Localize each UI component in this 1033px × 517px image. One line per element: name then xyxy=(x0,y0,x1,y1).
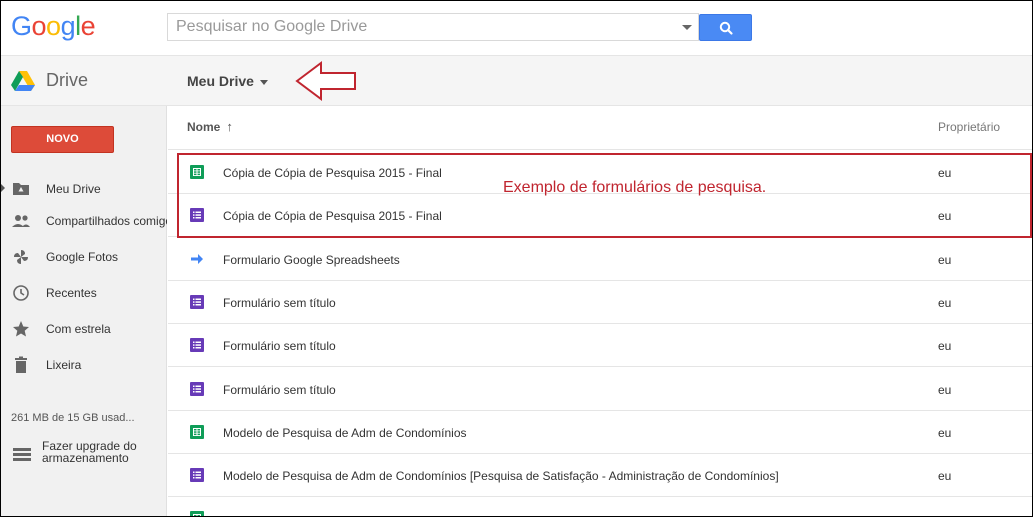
storage-icon xyxy=(13,448,31,461)
sidebar-item-recentes[interactable]: Recentes xyxy=(1,278,167,308)
file-owner: eu xyxy=(938,166,952,180)
table-row[interactable]: Formulário sem título eu xyxy=(168,281,1032,324)
file-name: Modelo de Pesquisa de Adm de Condomínios xyxy=(223,425,467,440)
table-row[interactable]: Formulário sem título eu xyxy=(168,324,1032,368)
form-icon xyxy=(190,338,204,353)
sidebar-item-label: Meu Drive xyxy=(46,182,101,196)
table-row[interactable] xyxy=(168,497,1032,516)
top-bar: Google xyxy=(1,1,1032,55)
logo-letter: e xyxy=(80,11,96,41)
file-owner: eu xyxy=(938,295,952,310)
form-icon xyxy=(190,294,204,309)
table-row[interactable]: Formulário sem título eu xyxy=(168,368,1032,411)
sidebar-item-lixeira[interactable]: Lixeira xyxy=(1,350,167,380)
storage-usage: 261 MB de 15 GB usad... xyxy=(11,412,135,424)
table-row[interactable]: Cópia de Cópia de Pesquisa 2015 - Final e… xyxy=(168,194,1032,238)
new-button[interactable]: NOVO xyxy=(11,126,114,153)
sidebar-item-compartilhados[interactable]: Compartilhados comigo xyxy=(1,206,167,236)
column-name-label: Nome xyxy=(187,120,221,134)
file-list: Nome ↑ Proprietário Cópia de Cópia de Pes… xyxy=(168,106,1032,516)
form-icon xyxy=(190,208,204,223)
sidebar-item-label: Compartilhados comigo xyxy=(46,214,167,228)
sidebar-item-label: Lixeira xyxy=(46,358,82,372)
table-row[interactable]: Modelo de Pesquisa de Adm de Condomínios… xyxy=(168,454,1032,498)
spreadsheet-icon xyxy=(190,511,204,516)
pinwheel-icon xyxy=(14,250,28,264)
star-icon xyxy=(13,321,29,337)
column-name-header[interactable]: Nome ↑ xyxy=(187,119,233,134)
file-name: Cópia de Cópia de Pesquisa 2015 - Final xyxy=(223,209,442,224)
sidebar-item-label: Com estrela xyxy=(46,322,111,336)
form-icon xyxy=(190,381,204,396)
search-input[interactable] xyxy=(168,14,673,40)
chevron-down-icon xyxy=(259,79,268,85)
search-button[interactable] xyxy=(699,14,752,41)
file-name: Formulario Google Spreadsheets xyxy=(223,252,400,267)
expand-arrow-icon[interactable] xyxy=(1,184,5,192)
spreadsheet-icon xyxy=(190,165,204,179)
shortcut-arrow-icon xyxy=(190,251,204,266)
logo-letter: o xyxy=(46,11,61,41)
file-name: Formulário sem título xyxy=(223,382,336,397)
spreadsheet-icon xyxy=(190,424,204,439)
form-icon xyxy=(190,468,204,483)
file-owner: eu xyxy=(938,252,952,267)
meu-drive-dropdown[interactable]: Meu Drive xyxy=(187,73,268,89)
sidebar-item-meu-drive[interactable]: Meu Drive xyxy=(1,174,167,204)
upgrade-storage-link[interactable]: Fazer upgrade do armazenamento xyxy=(1,440,167,470)
search-icon xyxy=(719,21,733,35)
sidebar-item-label: Recentes xyxy=(46,286,97,300)
app-title: Drive xyxy=(46,70,89,90)
upgrade-line-2: armazenamento xyxy=(42,451,129,465)
annotation-arrow-icon xyxy=(295,61,356,101)
column-owner-header[interactable]: Proprietário xyxy=(938,120,1000,134)
file-owner: eu xyxy=(938,469,952,484)
google-logo[interactable]: Google xyxy=(11,11,96,42)
file-owner: eu xyxy=(938,339,952,354)
folder-drive-icon xyxy=(13,183,29,195)
file-name: Formulário sem título xyxy=(223,339,336,354)
search-box[interactable] xyxy=(167,13,699,41)
sidebar-item-com-estrela[interactable]: Com estrela xyxy=(1,314,167,344)
logo-letter: o xyxy=(31,11,47,41)
people-icon xyxy=(12,215,30,227)
app-bar: Drive Meu Drive xyxy=(1,55,1032,106)
sidebar-item-google-fotos[interactable]: Google Fotos xyxy=(1,242,167,272)
sidebar: NOVO Meu Drive Compartilhados comigo Goo… xyxy=(1,106,167,516)
file-owner: eu xyxy=(938,425,952,440)
file-owner: eu xyxy=(938,382,952,397)
annotation-text: Exemplo de formulários de pesquisa. xyxy=(503,179,767,196)
sidebar-item-label: Google Fotos xyxy=(46,250,119,264)
upgrade-label: Fazer upgrade do armazenamento xyxy=(42,440,137,464)
logo-letter: G xyxy=(11,11,32,41)
file-name: Formulário sem título xyxy=(223,295,336,310)
clock-icon xyxy=(13,285,29,301)
drive-window: Google Drive Meu Drive NOVO xyxy=(0,0,1033,517)
logo-letter: g xyxy=(60,11,76,41)
table-row[interactable]: Formulario Google Spreadsheets eu xyxy=(168,238,1032,281)
breadcrumb-label: Meu Drive xyxy=(187,73,254,89)
drive-logo-icon[interactable] xyxy=(11,70,35,92)
search-options-chevron-icon[interactable] xyxy=(682,25,692,30)
trash-icon xyxy=(15,356,27,373)
file-owner: eu xyxy=(938,209,952,224)
table-row[interactable]: Modelo de Pesquisa de Adm de Condomínios… xyxy=(168,411,1032,454)
sort-arrow-up-icon[interactable]: ↑ xyxy=(226,119,233,134)
list-header: Nome ↑ Proprietário xyxy=(168,106,1032,150)
file-name: Cópia de Cópia de Pesquisa 2015 - Final xyxy=(223,166,442,180)
file-name: Modelo de Pesquisa de Adm de Condomínios… xyxy=(223,469,779,484)
